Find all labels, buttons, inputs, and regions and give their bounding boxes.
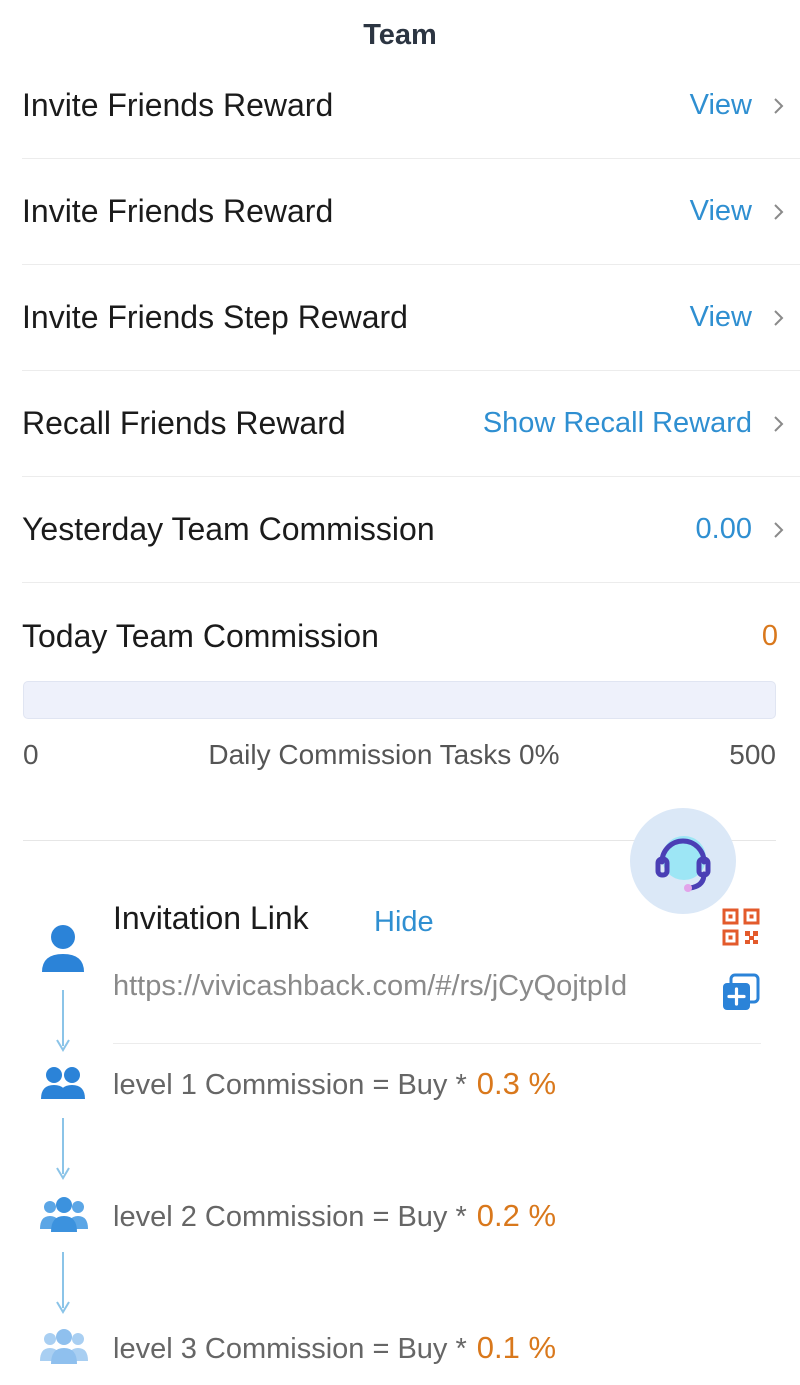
row-label: Recall Friends Reward	[22, 405, 346, 441]
invitation-url: https://vivicashback.com/#/rs/jCyQojtpId	[113, 970, 628, 1002]
chevron-right-icon	[768, 307, 790, 329]
chevron-right-icon	[768, 413, 790, 435]
row-recall-friends-reward[interactable]: Recall Friends Reward Show Recall Reward	[22, 371, 800, 477]
level-3-rate: 0.1 %	[476, 1330, 557, 1365]
row-label: Today Team Commission	[22, 617, 379, 654]
row-invite-friends-step-reward[interactable]: Invite Friends Step Reward View	[22, 265, 800, 371]
daily-commission-progress: 0 Daily Commission Tasks 0% 500	[23, 681, 776, 771]
invitation-link-title: Invitation Link	[113, 900, 309, 936]
progress-min: 0	[23, 739, 39, 770]
row-label: Invite Friends Reward	[22, 87, 334, 123]
view-link[interactable]: View	[690, 195, 790, 228]
support-button[interactable]	[630, 808, 736, 914]
view-link[interactable]: View	[690, 301, 790, 334]
arrow-down-icon	[56, 990, 70, 1052]
today-commission-value: 0	[761, 619, 778, 652]
progress-track	[23, 681, 776, 719]
level-3-commission: level 3 Commission = Buy * 0.1 %	[113, 1330, 556, 1366]
chevron-right-icon	[768, 201, 790, 223]
view-link[interactable]: View	[690, 89, 790, 122]
menu-list: Invite Friends Reward View Invite Friend…	[0, 53, 800, 689]
yesterday-commission-value: 0.00	[695, 513, 752, 545]
row-label: Yesterday Team Commission	[22, 511, 435, 547]
arrow-down-icon	[56, 1252, 70, 1314]
progress-labels: 0 Daily Commission Tasks 0% 500	[23, 739, 776, 771]
page-title: Team	[363, 18, 437, 51]
headset-icon	[655, 836, 711, 892]
chevron-right-icon	[768, 95, 790, 117]
view-link-text: View	[689, 301, 752, 333]
show-recall-reward-text: Show Recall Reward	[482, 407, 752, 439]
view-link-text: View	[689, 89, 752, 121]
arrow-down-icon	[56, 1118, 70, 1180]
qr-code-icon[interactable]	[722, 908, 760, 946]
two-users-icon	[41, 1067, 85, 1099]
row-invite-friends-reward[interactable]: Invite Friends Reward View	[22, 53, 800, 159]
invitation-divider	[113, 1043, 761, 1044]
level-3-text: level 3 Commission = Buy *	[113, 1333, 467, 1365]
group-icon	[40, 1329, 88, 1364]
copy-icon[interactable]	[721, 972, 761, 1012]
row-label: Invite Friends Reward	[22, 193, 334, 229]
hide-button[interactable]: Hide	[374, 906, 434, 939]
user-icon	[42, 925, 84, 972]
progress-max: 500	[729, 739, 776, 770]
row-yesterday-team-commission[interactable]: Yesterday Team Commission 0.00	[22, 477, 800, 583]
row-today-team-commission: Today Team Commission 0	[22, 583, 800, 689]
yesterday-commission-link[interactable]: 0.00	[696, 513, 790, 546]
level-2-rate: 0.2 %	[476, 1198, 557, 1233]
chevron-right-icon	[768, 519, 790, 541]
progress-label: Daily Commission Tasks 0%	[208, 739, 560, 770]
level-1-commission: level 1 Commission = Buy * 0.3 %	[113, 1066, 556, 1102]
group-icon	[40, 1197, 88, 1232]
level-1-rate: 0.3 %	[476, 1066, 557, 1101]
row-invite-friends-reward-2[interactable]: Invite Friends Reward View	[22, 159, 800, 265]
row-label: Invite Friends Step Reward	[22, 299, 408, 335]
level-2-commission: level 2 Commission = Buy * 0.2 %	[113, 1198, 556, 1234]
level-1-text: level 1 Commission = Buy *	[113, 1069, 467, 1101]
view-link-text: View	[689, 195, 752, 227]
level-2-text: level 2 Commission = Buy *	[113, 1201, 467, 1233]
show-recall-reward-link[interactable]: Show Recall Reward	[483, 407, 790, 440]
